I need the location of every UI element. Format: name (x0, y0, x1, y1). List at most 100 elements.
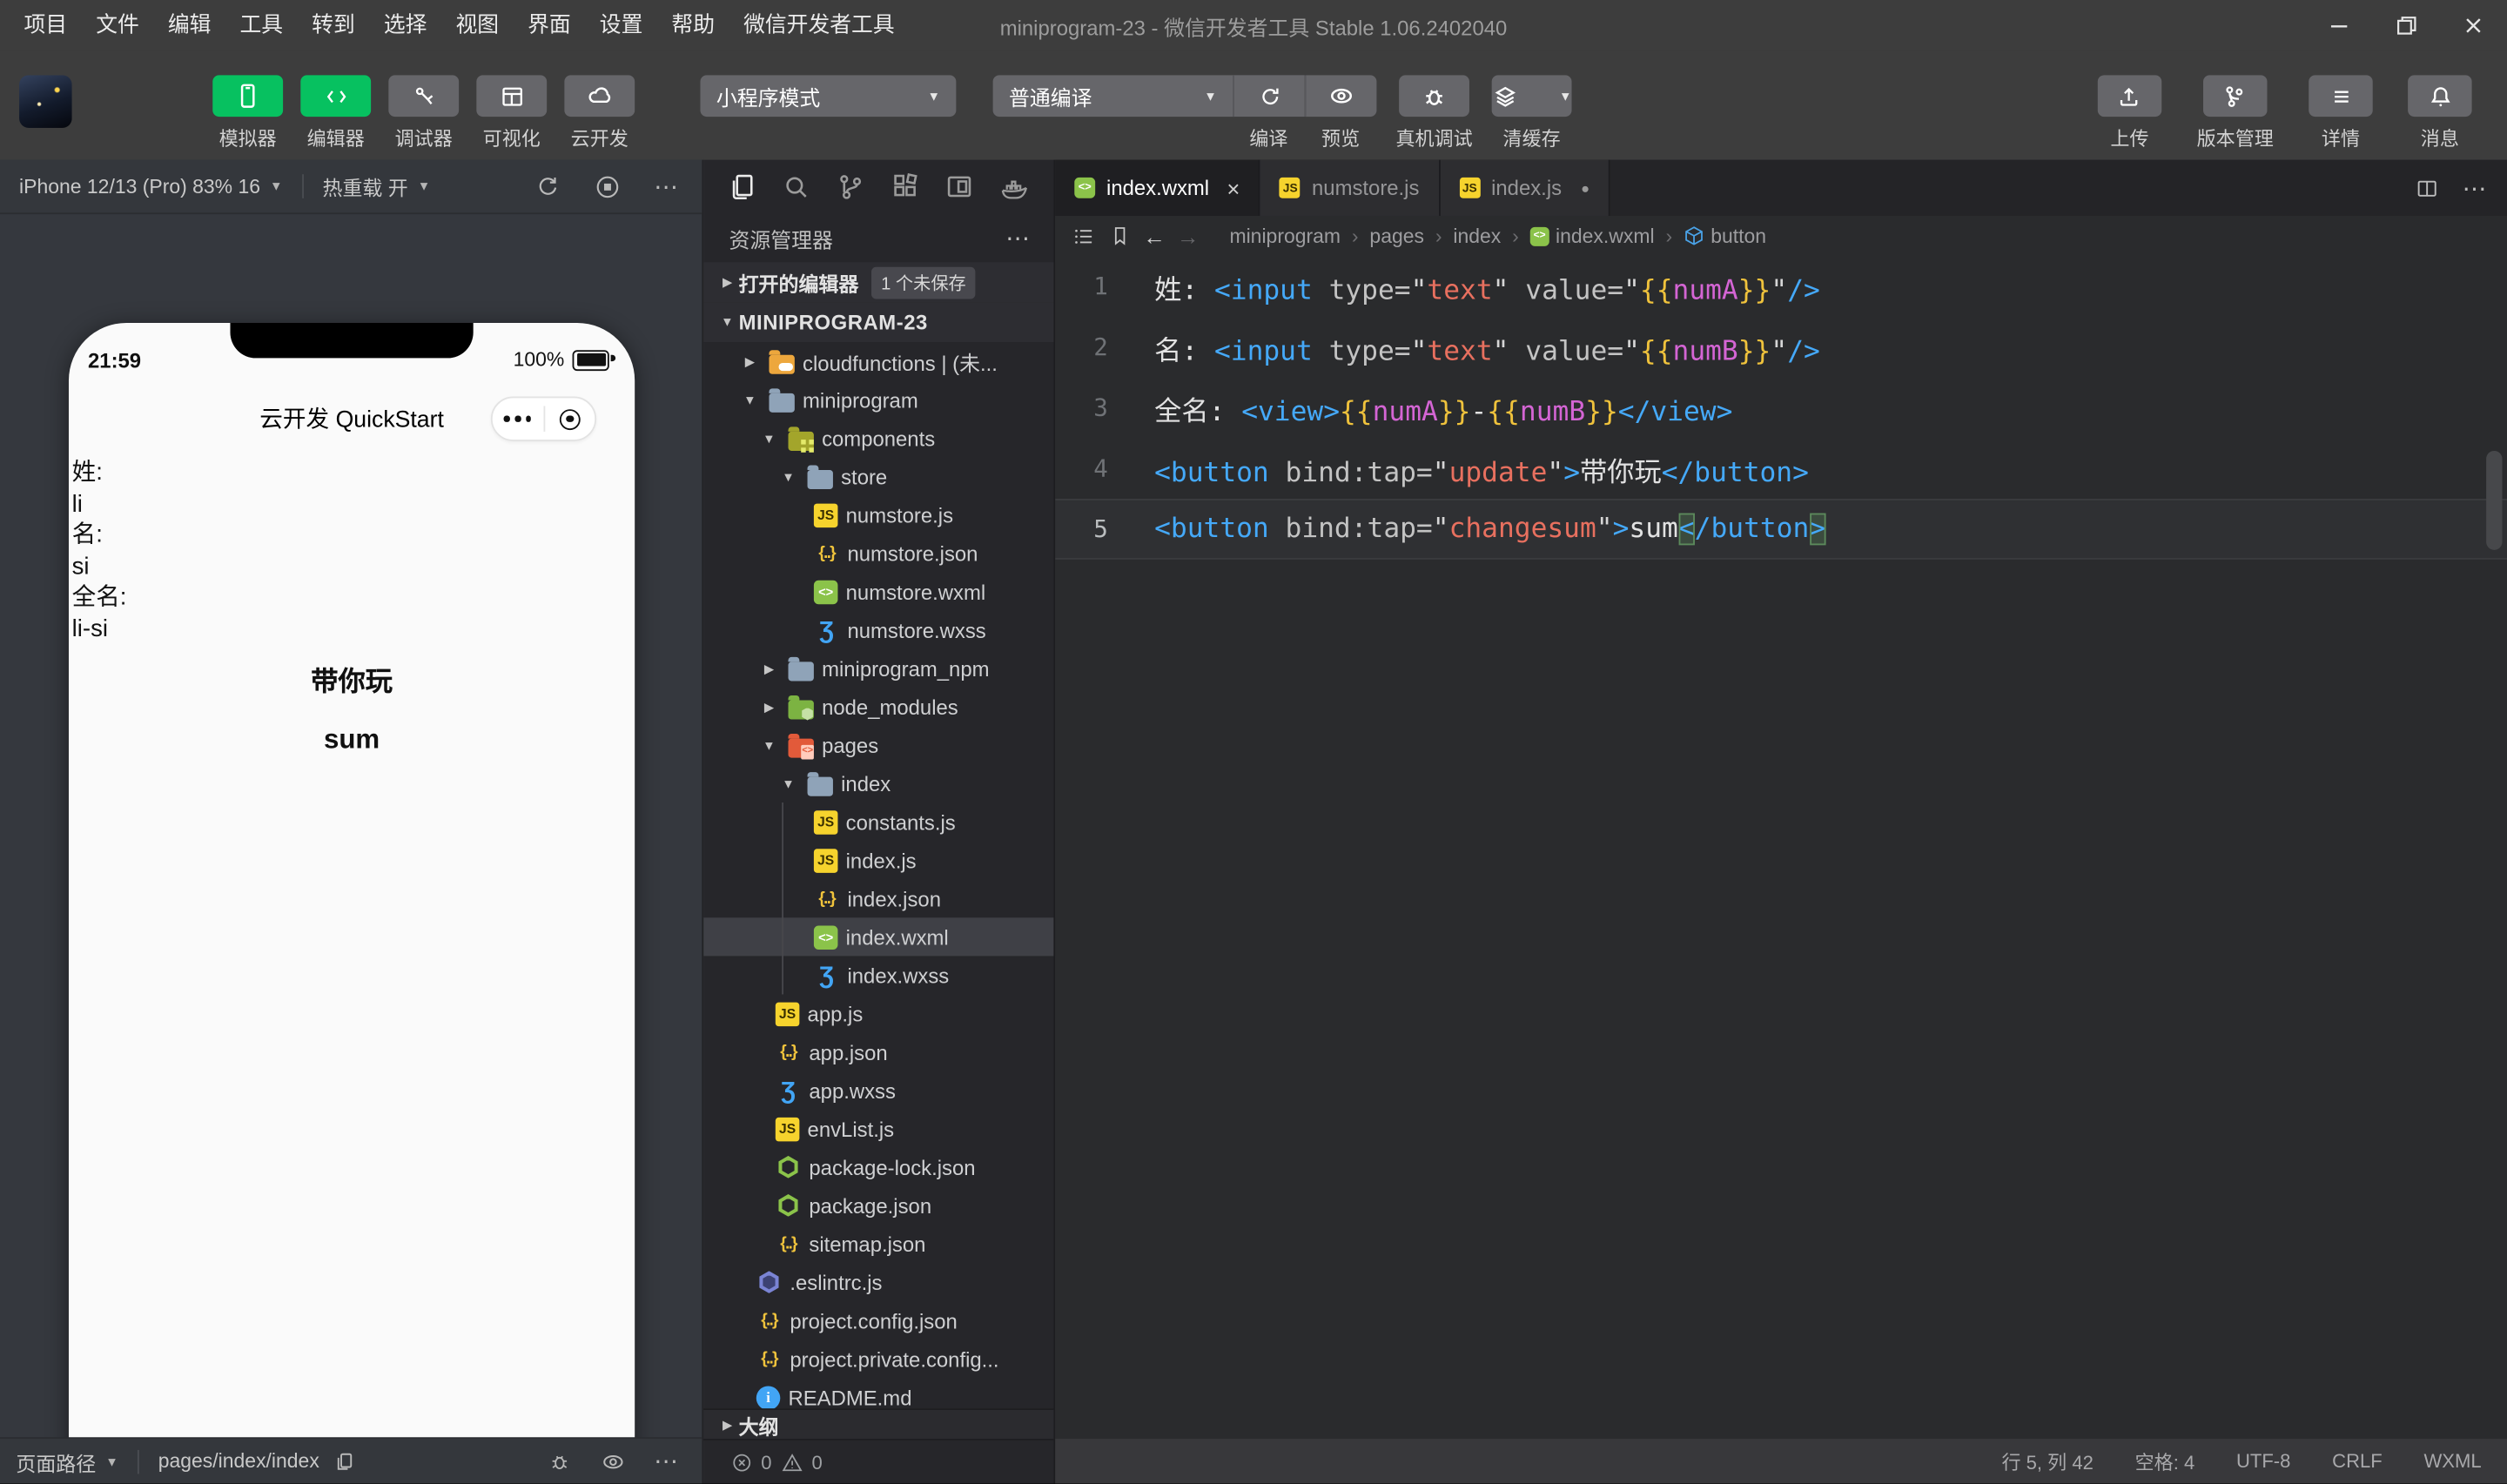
详情-button[interactable] (2309, 75, 2373, 118)
outline-section[interactable]: ▶ 大纲 (703, 1408, 1054, 1440)
tree-item-envList.js[interactable]: JS envList.js (703, 1110, 1053, 1148)
extensions-icon[interactable] (889, 171, 921, 204)
tree-item-numstore.json[interactable]: {..} numstore.json (703, 534, 1053, 572)
menu-item[interactable]: 转到 (298, 0, 370, 51)
more-icon[interactable]: ⋯ (654, 171, 679, 200)
rotate-icon[interactable] (534, 172, 561, 199)
back-icon[interactable]: ← (1143, 223, 1166, 248)
tree-item-.eslintrc.js[interactable]: .eslintrc.js (703, 1263, 1053, 1301)
close-tab-icon[interactable]: × (1227, 175, 1240, 200)
search-icon[interactable] (780, 171, 812, 204)
status-item[interactable]: 行 5, 列 42 (2002, 1447, 2094, 1474)
tree-item-components[interactable]: ▼ components (703, 419, 1053, 457)
编辑器-button[interactable] (300, 75, 372, 118)
home-button[interactable] (544, 408, 595, 430)
record-icon[interactable] (593, 171, 622, 200)
eye-icon[interactable] (600, 1447, 627, 1474)
code-line-2[interactable]: 2 名: <input type="text" value="{{numB}}"/… (1055, 317, 2507, 378)
模拟器-button[interactable] (212, 75, 284, 118)
tree-item-README.md[interactable]: i README.md (703, 1378, 1053, 1409)
消息-button[interactable] (2408, 75, 2472, 118)
device-selector[interactable]: iPhone 12/13 (Pro) 83% 16 (19, 175, 260, 198)
tree-item-index.wxss[interactable]: Ʒindex.wxss (703, 956, 1053, 994)
update-button[interactable]: 带你玩 (69, 659, 635, 699)
真机调试-button[interactable] (1399, 75, 1469, 118)
code-line-3[interactable]: 3 全名: <view>{{numA}}-{{numB}}</view> (1055, 377, 2507, 438)
tree-item-app.json[interactable]: {..} app.json (703, 1033, 1053, 1071)
docker-icon[interactable] (998, 171, 1032, 205)
tree-item-package.json[interactable]: package.json (703, 1186, 1053, 1225)
user-avatar[interactable] (19, 75, 72, 128)
tab-index.wxml[interactable]: <> index.wxml × (1055, 159, 1261, 216)
list-icon[interactable] (1072, 223, 1097, 248)
layout-icon[interactable] (944, 171, 976, 204)
git-icon[interactable] (835, 171, 867, 204)
menu-item[interactable]: 视图 (441, 0, 514, 51)
tree-item-miniprogram[interactable]: ▼ miniprogram (703, 380, 1053, 419)
menu-item[interactable]: 文件 (82, 0, 154, 51)
tree-item-index.json[interactable]: {..} index.json (703, 879, 1053, 917)
sum-button[interactable]: sum (69, 724, 635, 756)
清缓存-button[interactable]: ▼ (1491, 75, 1572, 118)
scrollbar-thumb[interactable] (2486, 450, 2503, 550)
版本管理-button[interactable] (2202, 75, 2268, 118)
page-path-dropdown[interactable]: 页面路径 (16, 1446, 96, 1476)
上传-button[interactable] (2097, 75, 2162, 118)
breadcrumb-item[interactable]: <> index.wxml (1529, 225, 1655, 247)
breadcrumb-item[interactable]: button (1684, 225, 1766, 247)
menu-item[interactable]: 设置 (585, 0, 657, 51)
tree-item-index.wxml[interactable]: <> index.wxml (703, 917, 1054, 957)
breadcrumb-item[interactable]: index (1453, 225, 1501, 247)
breadcrumb-item[interactable]: miniprogram (1229, 225, 1341, 247)
bookmark-icon[interactable] (1108, 224, 1133, 248)
more-menu-button[interactable] (493, 416, 543, 422)
status-item[interactable]: 空格: 4 (2135, 1447, 2195, 1474)
tree-item-store[interactable]: ▼ store (703, 457, 1053, 495)
minimize-button[interactable] (2306, 0, 2373, 51)
restore-button[interactable] (2373, 0, 2440, 51)
tree-item-numstore.js[interactable]: JS numstore.js (703, 495, 1053, 534)
open-editors-section[interactable]: ▶ 打开的编辑器 1 个未保存 (703, 262, 1054, 303)
project-root-section[interactable]: ▼ MINIPROGRAM-23 (703, 302, 1054, 343)
explorer-icon[interactable] (726, 171, 758, 204)
tree-item-app.js[interactable]: JS app.js (703, 994, 1053, 1032)
debug-icon[interactable] (547, 1448, 572, 1474)
copy-icon[interactable] (333, 1450, 355, 1473)
tree-item-index.js[interactable]: JS index.js (703, 841, 1053, 879)
status-item[interactable]: UTF-8 (2236, 1450, 2290, 1473)
tree-item-project.private.config...[interactable]: {..} project.private.config... (703, 1340, 1053, 1378)
编译-button[interactable] (1233, 75, 1305, 118)
tree-item-pages[interactable]: ▼ <> pages (703, 726, 1053, 764)
menu-item[interactable]: 界面 (514, 0, 586, 51)
可视化-button[interactable] (476, 75, 548, 118)
tree-item-cloudfunctions-...[interactable]: ▶ cloudfunctions | (未... (703, 342, 1053, 380)
tree-item-constants.js[interactable]: JS constants.js (703, 802, 1053, 841)
split-editor-icon[interactable] (2414, 175, 2439, 200)
menu-item[interactable]: 编辑 (153, 0, 225, 51)
menu-item[interactable]: 选择 (369, 0, 441, 51)
tree-item-app.wxss[interactable]: Ʒapp.wxss (703, 1071, 1053, 1110)
tab-index.js[interactable]: JS index.js ● (1440, 159, 1610, 216)
menu-item[interactable]: 帮助 (657, 0, 729, 51)
tree-item-sitemap.json[interactable]: {..} sitemap.json (703, 1225, 1053, 1263)
more-icon[interactable]: ⋯ (1005, 224, 1031, 252)
menu-item[interactable]: 工具 (225, 0, 298, 51)
status-item[interactable]: CRLF (2332, 1450, 2383, 1473)
预览-button[interactable] (1304, 75, 1377, 118)
breadcrumb-item[interactable]: pages (1369, 225, 1424, 247)
mode-dropdown[interactable]: 小程序模式 ▼ (700, 75, 957, 118)
more-icon[interactable]: ⋯ (2463, 173, 2488, 202)
code-line-5[interactable]: 5 <button bind:tap="changesum">sum</butto… (1055, 499, 2507, 560)
tab-numstore.js[interactable]: JS numstore.js (1260, 159, 1441, 216)
code-line-1[interactable]: 1 姓: <input type="text" value="{{numA}}"/… (1055, 256, 2507, 317)
tree-item-node-modules[interactable]: ▶ node_modules (703, 688, 1053, 726)
tree-item-numstore.wxss[interactable]: Ʒnumstore.wxss (703, 611, 1053, 649)
tree-item-index[interactable]: ▼ index (703, 764, 1053, 802)
tree-item-miniprogram-npm[interactable]: ▶ miniprogram_npm (703, 649, 1053, 688)
more-icon[interactable]: ⋯ (654, 1447, 679, 1475)
tree-item-package-lock.json[interactable]: package-lock.json (703, 1148, 1053, 1186)
云开发-button[interactable] (564, 75, 635, 118)
close-button[interactable] (2440, 0, 2507, 51)
menu-item[interactable]: 项目 (10, 0, 82, 51)
hot-reload-toggle[interactable]: 热重载 开 (323, 171, 408, 202)
